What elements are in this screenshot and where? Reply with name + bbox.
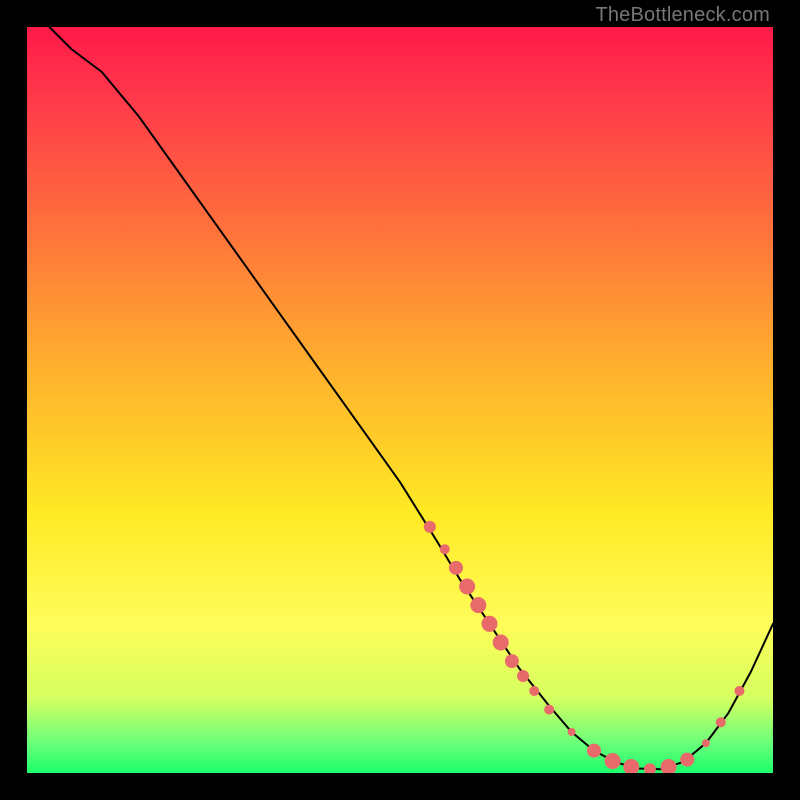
plot-area	[27, 27, 773, 773]
watermark-label: TheBottleneck.com	[595, 4, 770, 27]
heat-gradient-background	[27, 27, 773, 773]
chart-frame: TheBottleneck.com	[0, 0, 800, 800]
